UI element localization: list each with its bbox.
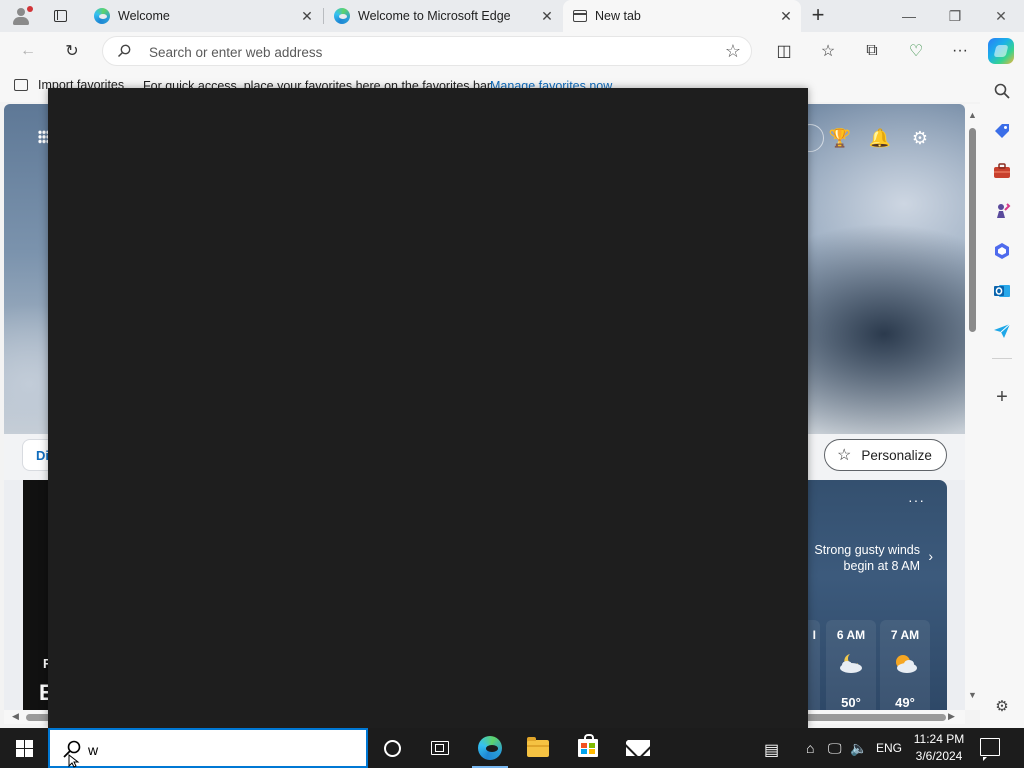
edge-favicon-icon bbox=[94, 8, 110, 24]
settings-more-button[interactable]: ··· bbox=[946, 37, 974, 65]
meet-now-icon[interactable]: ⌂ bbox=[806, 740, 814, 756]
scroll-up-arrow-icon[interactable]: ▲ bbox=[967, 110, 978, 120]
address-input[interactable] bbox=[149, 43, 709, 61]
folder-icon bbox=[527, 736, 549, 757]
system-clock[interactable]: 11:24 PM 3/6/2024 bbox=[910, 731, 968, 765]
task-view-button[interactable] bbox=[416, 728, 464, 768]
start-search-panel bbox=[48, 88, 808, 728]
add-sidebar-app-icon[interactable]: + bbox=[991, 386, 1013, 408]
new-tab-button[interactable]: + bbox=[808, 4, 828, 26]
input-language[interactable]: ENG bbox=[876, 741, 902, 755]
shopping-tag-icon[interactable] bbox=[991, 120, 1013, 142]
sparkle-icon: ☆ bbox=[837, 447, 852, 464]
copilot-icon[interactable] bbox=[988, 38, 1014, 64]
mail-envelope-icon bbox=[626, 740, 650, 756]
collections-button[interactable]: ⧉ bbox=[858, 37, 886, 65]
edge-sidebar: + ⚙ bbox=[980, 70, 1024, 730]
rewards-trophy-icon[interactable]: 🏆 bbox=[828, 126, 852, 150]
games-chess-icon[interactable] bbox=[991, 200, 1013, 222]
more-options-icon[interactable]: ··· bbox=[908, 492, 925, 508]
edge-icon bbox=[478, 736, 502, 760]
forecast-hour-time: 7 AM bbox=[890, 628, 920, 642]
new-tab-page-icon bbox=[573, 10, 587, 22]
address-bar[interactable]: ☆ bbox=[102, 36, 752, 66]
tab-actions-menu-icon[interactable] bbox=[48, 5, 72, 27]
tools-briefcase-icon[interactable] bbox=[991, 160, 1013, 182]
cortana-button[interactable] bbox=[368, 728, 416, 768]
windows-logo-icon bbox=[15, 739, 33, 757]
favorites-button[interactable]: ☆ bbox=[814, 37, 842, 65]
weather-card[interactable]: ··· Strong gusty winds begin at 8 AM › I… bbox=[786, 480, 947, 710]
clock-time: 11:24 PM bbox=[913, 732, 965, 746]
restore-button[interactable]: ❐ bbox=[932, 0, 978, 32]
tab-new-tab[interactable]: New tab ✕ bbox=[563, 0, 801, 32]
personalize-label: Personalize bbox=[861, 447, 932, 463]
page-settings-gear-icon[interactable]: ⚙ bbox=[908, 126, 932, 150]
scrollbar-thumb[interactable] bbox=[969, 128, 976, 332]
close-tab-icon[interactable]: ✕ bbox=[300, 9, 314, 23]
weather-alert[interactable]: Strong gusty winds begin at 8 AM bbox=[812, 542, 920, 574]
scroll-left-arrow-icon[interactable]: ◀ bbox=[12, 711, 19, 722]
taskbar-file-explorer-button[interactable] bbox=[514, 728, 562, 768]
tab-title: Welcome to Microsoft Edge bbox=[358, 9, 511, 23]
chevron-right-icon[interactable]: › bbox=[928, 548, 933, 564]
add-favorite-star-icon[interactable]: ☆ bbox=[725, 41, 741, 62]
tab-welcome-to-edge[interactable]: Welcome to Microsoft Edge ✕ bbox=[324, 0, 562, 32]
browser-essentials-button[interactable]: ♡ bbox=[902, 37, 930, 65]
scroll-down-arrow-icon[interactable]: ▼ bbox=[967, 690, 978, 700]
microsoft-365-icon[interactable] bbox=[991, 240, 1013, 262]
volume-muted-icon[interactable]: 🔈 bbox=[850, 740, 867, 757]
tab-title: New tab bbox=[595, 9, 641, 23]
cortana-circle-icon bbox=[383, 739, 401, 757]
tab-title: Welcome bbox=[118, 9, 170, 23]
taskbar-edge-button[interactable] bbox=[466, 728, 514, 768]
back-button[interactable]: ← bbox=[14, 37, 42, 65]
drop-send-icon[interactable] bbox=[991, 320, 1013, 342]
taskbar-mail-button[interactable] bbox=[614, 728, 662, 768]
sidebar-divider bbox=[992, 358, 1012, 359]
outlook-icon[interactable] bbox=[991, 280, 1013, 302]
search-icon bbox=[117, 44, 131, 58]
start-button[interactable] bbox=[0, 728, 48, 768]
sidebar-settings-gear-icon[interactable]: ⚙ bbox=[991, 695, 1013, 717]
close-tab-icon[interactable]: ✕ bbox=[779, 9, 793, 23]
taskbar-search-input[interactable] bbox=[88, 741, 348, 759]
network-icon[interactable]: 🖵 bbox=[828, 740, 842, 757]
taskbar-search-box[interactable] bbox=[48, 728, 368, 768]
forecast-hour-time: 6 AM bbox=[836, 628, 866, 642]
close-window-button[interactable]: ✕ bbox=[978, 0, 1024, 32]
close-tab-icon[interactable]: ✕ bbox=[540, 9, 554, 23]
forecast-hour: 6 AM 50° bbox=[826, 620, 876, 710]
minimize-button[interactable]: ― bbox=[886, 0, 932, 32]
vertical-scrollbar[interactable]: ▲ ▼ bbox=[965, 104, 980, 710]
notifications-bell-icon[interactable]: 🔔 bbox=[868, 126, 892, 150]
forecast-hour-temp: 50° bbox=[841, 695, 861, 710]
taskbar-store-button[interactable] bbox=[564, 728, 612, 768]
profile-avatar-icon[interactable] bbox=[8, 4, 34, 28]
refresh-button[interactable]: ↻ bbox=[58, 37, 86, 65]
task-view-icon bbox=[431, 741, 449, 755]
import-icon bbox=[14, 79, 28, 91]
split-screen-button[interactable]: ◫ bbox=[770, 37, 798, 65]
forecast-hour: 7 AM 49° bbox=[880, 620, 930, 710]
scroll-right-arrow-icon[interactable]: ▶ bbox=[948, 711, 955, 722]
forecast-hour-temp: 49° bbox=[895, 695, 915, 710]
tab-welcome[interactable]: Welcome ✕ bbox=[84, 0, 322, 32]
browser-toolbar: ← ↻ ☆ ◫ ☆ ⧉ ♡ ··· bbox=[0, 32, 1024, 70]
action-center-icon[interactable] bbox=[980, 738, 1000, 761]
partly-sunny-icon bbox=[896, 655, 917, 673]
clock-date: 3/6/2024 bbox=[915, 749, 963, 763]
personalize-button[interactable]: ☆ Personalize bbox=[824, 439, 947, 471]
news-widget-icon[interactable]: ▤ bbox=[764, 740, 779, 760]
tab-strip: Welcome ✕ Welcome to Microsoft Edge ✕ Ne… bbox=[0, 0, 1024, 32]
partly-cloudy-night-icon bbox=[840, 654, 862, 673]
edge-favicon-icon bbox=[334, 8, 350, 24]
taskbar: ▤ ⌂ 🖵 🔈 ENG 11:24 PM 3/6/2024 bbox=[0, 728, 1024, 768]
search-icon[interactable] bbox=[991, 80, 1013, 102]
store-bag-icon bbox=[578, 734, 598, 757]
mouse-cursor-icon bbox=[68, 754, 80, 768]
